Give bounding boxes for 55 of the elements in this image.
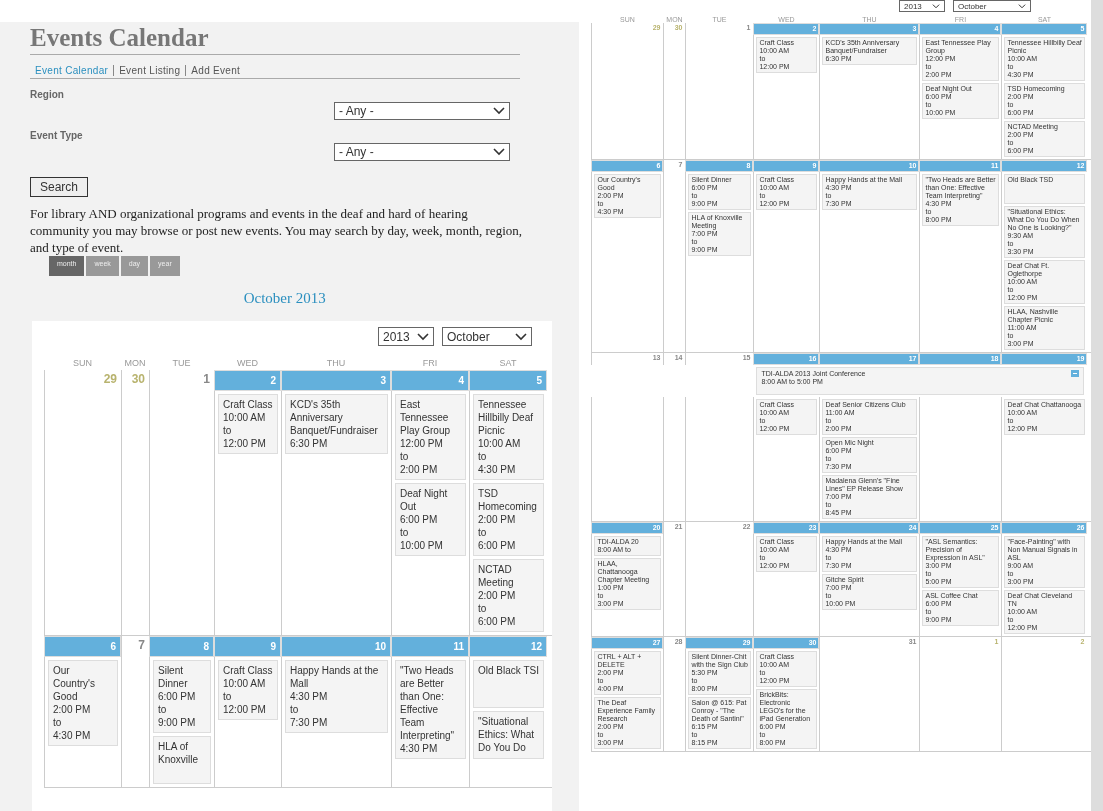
day-number: 12	[469, 636, 547, 657]
filter-select[interactable]: - Any -	[334, 102, 510, 120]
day-number: 11	[391, 636, 469, 657]
filter-label: Event Type	[30, 130, 84, 141]
day-number: 30	[121, 370, 149, 391]
chevron-down-icon	[515, 332, 527, 341]
page-title: Events Calendar	[30, 24, 520, 55]
chevron-down-icon	[417, 332, 429, 341]
event-entry[interactable]: Our Country's Good 2:00 PM to 4:30 PM	[48, 660, 118, 746]
event-entry[interactable]: NCTAD Meeting 2:00 PM to 6:00 PM	[473, 559, 544, 632]
day-number: 6	[44, 636, 121, 657]
event-entry[interactable]: East Tennessee Play Group 12:00 PM to 2:00 PM	[395, 394, 466, 480]
day-number: 8	[149, 636, 214, 657]
month-title: October 2013	[243, 290, 326, 307]
day-number: 9	[214, 636, 281, 657]
expand-icon[interactable]	[1071, 370, 1080, 377]
nav-link[interactable]: Add Event	[185, 65, 246, 76]
month-select[interactable]: October	[442, 327, 532, 346]
day-number: 10	[281, 636, 391, 657]
chevron-down-icon	[1018, 3, 1026, 9]
event-entry[interactable]: Deaf Night Out 6:00 PM to 10:00 PM	[395, 483, 466, 556]
weekday-header: THU	[325, 358, 347, 368]
chevron-down-icon	[493, 148, 505, 156]
search-button[interactable]: Search	[30, 177, 89, 197]
event-entry[interactable]: Tennessee Hillbilly Deaf Picnic 10:00 AM to 4:30 PM	[473, 394, 544, 480]
weekday-header: FRI	[421, 358, 439, 368]
weekday-header: TUE	[171, 358, 192, 368]
filter-select[interactable]: - Any -	[334, 143, 510, 161]
event-entry[interactable]: Silent Dinner 6:00 PM to 9:00 PM	[153, 660, 211, 733]
event-entry[interactable]: "Two Heads are Better than One: Effective Team Interpreting" 4:30 PM	[395, 660, 466, 759]
year-select[interactable]: 2013	[378, 327, 434, 346]
day-number: 29	[44, 370, 121, 391]
year-select[interactable]: 2013	[899, 0, 945, 12]
event-entry[interactable]: Craft Class 10:00 AM to 12:00 PM	[218, 660, 278, 720]
event-entry[interactable]: KCD's 35th Anniversary Banquet/Fundraiser 6:30 PM	[285, 394, 388, 454]
day-number: 2	[214, 370, 281, 391]
event-entry[interactable]: Old Black TSI	[473, 660, 544, 708]
event-entry[interactable]: "Situational Ethics: What Do You Do	[473, 711, 544, 759]
filter-label: Region	[30, 89, 65, 100]
description-text: For library AND organizational programs and events in the deaf and hard of hearing community you may browse or post new events. You may search by day, week, month, region, and type of event.	[30, 205, 523, 256]
weekday-header: WED	[236, 358, 259, 368]
chevron-down-icon	[932, 3, 940, 9]
event-entry[interactable]: HLA of Knoxville	[153, 736, 211, 784]
day-number: 5	[469, 370, 547, 391]
weekday-header: MON	[123, 358, 147, 368]
chevron-down-icon	[493, 107, 505, 115]
weekday-header: SUN	[72, 358, 93, 368]
event-entry[interactable]: TSD Homecoming 2:00 PM to 6:00 PM	[473, 483, 544, 556]
event-entry[interactable]: Happy Hands at the Mall 4:30 PM to 7:30 PM	[285, 660, 388, 733]
event-entry[interactable]: Craft Class 10:00 AM to 12:00 PM	[218, 394, 278, 454]
day-number: 4	[391, 370, 469, 391]
weekday-header: SAT	[498, 358, 518, 368]
day-number: 3	[281, 370, 391, 391]
nav-link[interactable]: Event Listing	[113, 65, 186, 76]
month-select[interactable]: October	[953, 0, 1031, 12]
